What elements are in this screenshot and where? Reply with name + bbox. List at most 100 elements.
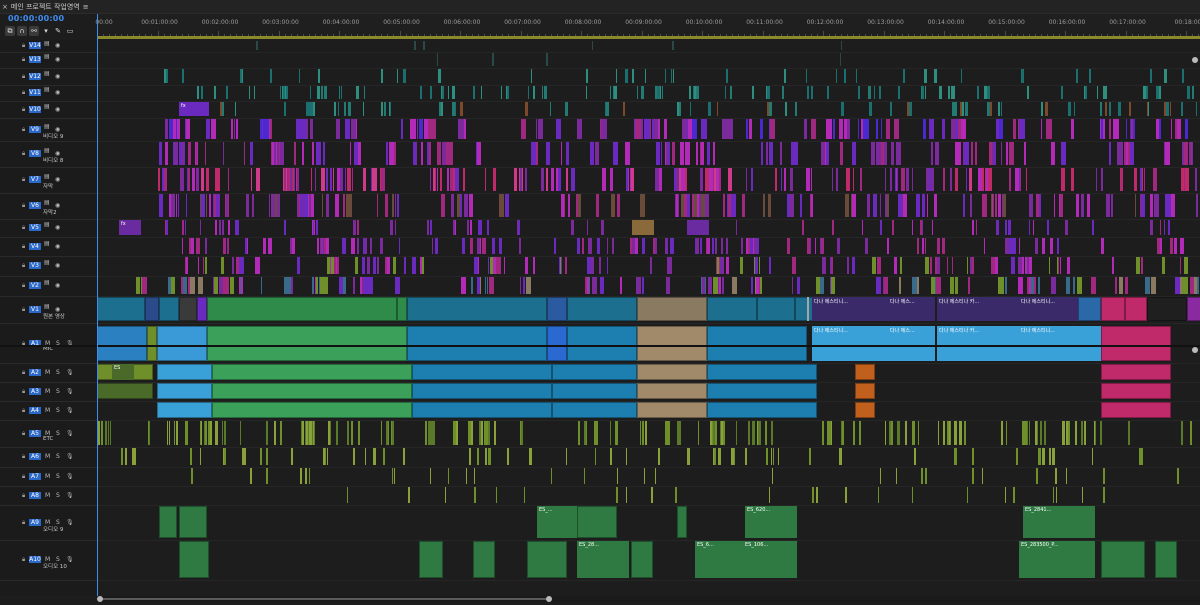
clip[interactable] [762, 194, 765, 217]
clip[interactable] [864, 238, 869, 254]
clip[interactable] [1134, 194, 1137, 217]
clip[interactable] [846, 168, 850, 191]
clip[interactable] [931, 220, 934, 235]
film-icon[interactable]: ▤ [44, 199, 50, 206]
clip[interactable] [755, 277, 759, 294]
horizontal-scrollbar[interactable] [97, 596, 1200, 602]
clip[interactable] [770, 421, 773, 445]
solo-button[interactable]: S [56, 407, 60, 414]
clip[interactable] [610, 448, 612, 465]
clip[interactable] [356, 220, 359, 235]
audio-clip[interactable]: ES_6... [695, 541, 743, 578]
clip[interactable] [634, 238, 638, 254]
clip[interactable] [835, 69, 838, 83]
clip[interactable] [550, 102, 552, 116]
clip[interactable] [442, 86, 444, 99]
clip[interactable] [697, 421, 700, 445]
clip[interactable] [1165, 142, 1170, 165]
clip[interactable] [631, 238, 636, 254]
clip[interactable] [959, 421, 962, 445]
clip[interactable] [668, 257, 672, 274]
clip[interactable] [657, 86, 661, 99]
clip[interactable] [491, 238, 496, 254]
clip[interactable] [291, 238, 296, 254]
clip[interactable] [256, 257, 260, 274]
clip[interactable] [443, 142, 447, 165]
track-lane-a6[interactable] [97, 447, 1200, 468]
clip[interactable] [470, 238, 474, 254]
clip[interactable] [893, 119, 899, 139]
clip[interactable] [480, 86, 482, 99]
clip[interactable] [1180, 102, 1183, 116]
clip[interactable] [576, 238, 581, 254]
clip[interactable] [507, 448, 510, 465]
clip[interactable] [204, 142, 206, 165]
clip[interactable] [322, 277, 328, 294]
clip[interactable] [943, 168, 946, 191]
clip[interactable] [185, 421, 188, 445]
clip[interactable] [1005, 220, 1008, 235]
clip[interactable] [740, 257, 743, 274]
clip[interactable] [228, 220, 230, 235]
clip[interactable] [702, 277, 705, 294]
audio-clip[interactable] [707, 364, 817, 380]
clip[interactable] [1111, 257, 1114, 274]
lock-icon[interactable]: 🔒︎ [22, 453, 25, 461]
film-icon[interactable]: ▤ [44, 53, 50, 60]
clip[interactable] [1045, 102, 1048, 116]
audio-clip[interactable] [707, 383, 817, 399]
clip[interactable] [951, 257, 953, 274]
clip[interactable] [620, 277, 623, 294]
clip[interactable] [732, 277, 737, 294]
clip[interactable] [316, 220, 318, 235]
clip[interactable] [812, 487, 815, 503]
image-clip[interactable] [632, 220, 654, 235]
clip[interactable] [577, 421, 580, 445]
clip[interactable] [109, 421, 111, 445]
clip[interactable] [644, 119, 650, 139]
clip[interactable] [925, 468, 927, 484]
lock-icon[interactable]: 🔒︎ [22, 473, 25, 481]
clip[interactable] [616, 487, 618, 503]
clip[interactable] [486, 277, 489, 294]
clip[interactable] [164, 142, 169, 165]
clip[interactable] [453, 421, 456, 445]
clip[interactable] [1181, 421, 1184, 445]
audio-clip[interactable] [212, 383, 412, 399]
audio-clip[interactable]: ES_620... [745, 506, 797, 538]
clip[interactable] [1018, 238, 1021, 254]
clip[interactable] [363, 168, 366, 191]
clip[interactable] [243, 142, 245, 165]
clip[interactable] [708, 277, 713, 294]
clip[interactable] [566, 102, 569, 116]
clip[interactable] [209, 194, 212, 217]
clip[interactable] [266, 468, 268, 484]
clip[interactable] [1160, 238, 1163, 254]
clip[interactable] [394, 220, 397, 235]
clip[interactable] [998, 194, 1001, 217]
clip[interactable] [185, 257, 189, 274]
clip[interactable] [1046, 220, 1050, 235]
clip[interactable] [1066, 277, 1070, 294]
clip[interactable] [839, 119, 843, 139]
clip[interactable] [351, 119, 357, 139]
clip[interactable] [718, 448, 722, 465]
clip[interactable] [487, 448, 491, 465]
clip[interactable] [367, 277, 374, 294]
clip[interactable] [521, 119, 527, 139]
clip[interactable] [664, 69, 666, 83]
clip[interactable] [1141, 257, 1143, 274]
audio-clip[interactable]: 다나 에스티나 카... [937, 326, 1019, 361]
clip[interactable] [1004, 487, 1007, 503]
clip[interactable] [490, 257, 493, 274]
clip[interactable] [1136, 257, 1140, 274]
clip[interactable] [886, 238, 890, 254]
track-target-v7[interactable]: V7 [29, 176, 41, 183]
clip[interactable] [745, 448, 747, 465]
clip[interactable] [473, 257, 478, 274]
clip[interactable] [297, 168, 300, 191]
clip[interactable] [721, 421, 724, 445]
lock-icon[interactable]: 🔒︎ [22, 42, 25, 50]
clip[interactable] [591, 257, 594, 274]
clip[interactable] [1021, 257, 1024, 274]
